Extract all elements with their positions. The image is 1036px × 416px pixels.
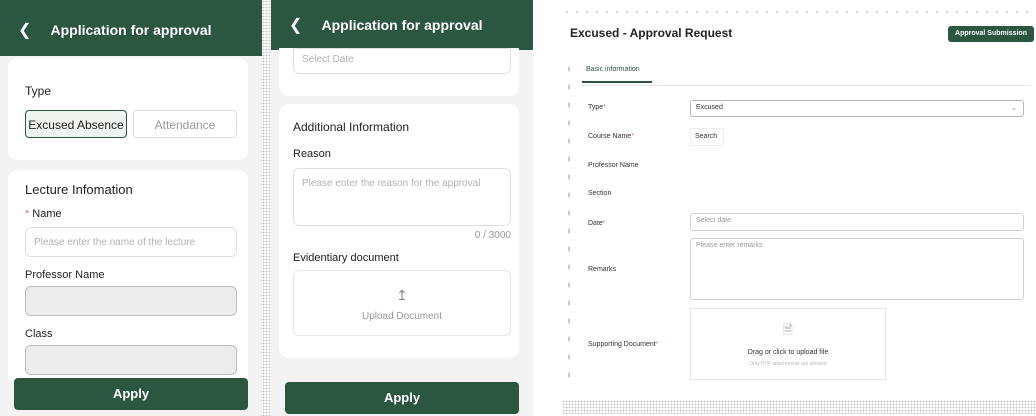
lecture-section-title: Lecture Infomation: [25, 182, 133, 197]
name-label-text: Name: [32, 208, 62, 220]
upload-instructions: Drag or click to upload file: [747, 349, 829, 356]
decorative-dots: [562, 400, 1036, 414]
class-field: [25, 345, 237, 375]
name-label: * Name: [25, 208, 62, 220]
upload-document-label: Upload Document: [361, 311, 443, 322]
desktop-form: Excused - Approval Request Approval Subm…: [562, 0, 1036, 416]
required-mark: *: [631, 133, 634, 140]
required-mark: *: [603, 104, 606, 111]
type-select-value: Excused: [696, 104, 723, 111]
decorative-dots: [566, 60, 572, 390]
course-name-label-text: Course Name: [588, 133, 632, 140]
remarks-label: Remarks: [588, 266, 617, 273]
additional-info-card: Additional Information Reason Please ent…: [279, 104, 519, 358]
professor-name-field: [25, 286, 237, 316]
mobile-header: ❮ Application for approval: [0, 0, 262, 56]
section-label: Section: [588, 190, 612, 197]
upload-hint: Only PDF attachments are allowed: [749, 361, 827, 367]
approval-submission-button[interactable]: Approval Submission: [948, 26, 1034, 42]
decorative-dots: [562, 8, 1036, 16]
course-name-label: Course Name*: [588, 133, 634, 140]
upload-document-box[interactable]: ↥ Upload Document: [293, 270, 511, 336]
date-input[interactable]: Select date: [690, 213, 1024, 231]
required-mark: *: [655, 341, 659, 348]
mobile-form-1: ❮ Application for approval Type Excused …: [0, 0, 262, 416]
type-option-excused-absence[interactable]: Excused Absence: [25, 110, 127, 138]
class-label: Class: [25, 328, 53, 340]
additional-info-title: Additional Information: [293, 120, 410, 134]
date-label: Date*: [588, 220, 606, 227]
reason-textarea[interactable]: Please enter the reason for the approval: [293, 168, 511, 226]
page-title: Application for approval: [321, 17, 483, 33]
type-card: Type Excused Absence Attendance: [8, 58, 248, 160]
panel-separator: [262, 0, 271, 416]
reason-char-counter: 0 / 3000: [474, 230, 511, 241]
upload-icon: ↥: [396, 287, 408, 303]
type-label: Type: [25, 84, 52, 98]
page-title: Excused - Approval Request: [570, 26, 733, 40]
type-option-attendance[interactable]: Attendance: [133, 110, 237, 138]
professor-name-label: Professor Name: [588, 162, 639, 169]
date-card: Select Date: [279, 48, 519, 96]
apply-button[interactable]: Apply: [285, 382, 519, 414]
chevron-down-icon: ⌄: [1011, 105, 1017, 112]
file-upload-dropzone[interactable]: 🗎 Drag or click to upload file Only PDF …: [690, 308, 886, 380]
remarks-textarea[interactable]: Please enter remarks: [690, 238, 1024, 300]
tab-divider: [582, 85, 1030, 86]
supporting-document-label-text: Supporting Document: [588, 341, 656, 348]
supporting-document-label: Supporting Document*: [588, 341, 658, 348]
professor-name-label: Professor Name: [25, 269, 105, 281]
file-upload-icon: 🗎: [783, 323, 793, 337]
lecture-name-input[interactable]: Please enter the name of the lecture: [25, 227, 237, 257]
evidence-label: Evidentiary document: [293, 252, 399, 264]
mobile-header: ❮ Application for approval: [271, 0, 533, 50]
date-label-text: Date: [588, 220, 603, 227]
lecture-card: Lecture Infomation * Name Please enter th…: [8, 170, 248, 380]
required-mark: *: [25, 208, 30, 220]
active-tab-indicator: [582, 81, 652, 83]
mobile-form-2: ❮ Application for approval Select Date A…: [271, 0, 533, 416]
apply-button[interactable]: Apply: [14, 378, 248, 410]
type-label-text: Type: [588, 104, 604, 111]
type-select[interactable]: Excused ⌄: [690, 100, 1024, 117]
type-label: Type*: [588, 104, 606, 111]
tab-basic-information[interactable]: Basic information: [586, 66, 640, 73]
required-mark: *: [602, 220, 606, 227]
page-title: Application for approval: [50, 22, 212, 38]
course-search-button[interactable]: Search: [690, 128, 724, 146]
reason-label: Reason: [293, 148, 331, 160]
date-picker-input[interactable]: Select Date: [293, 48, 511, 74]
